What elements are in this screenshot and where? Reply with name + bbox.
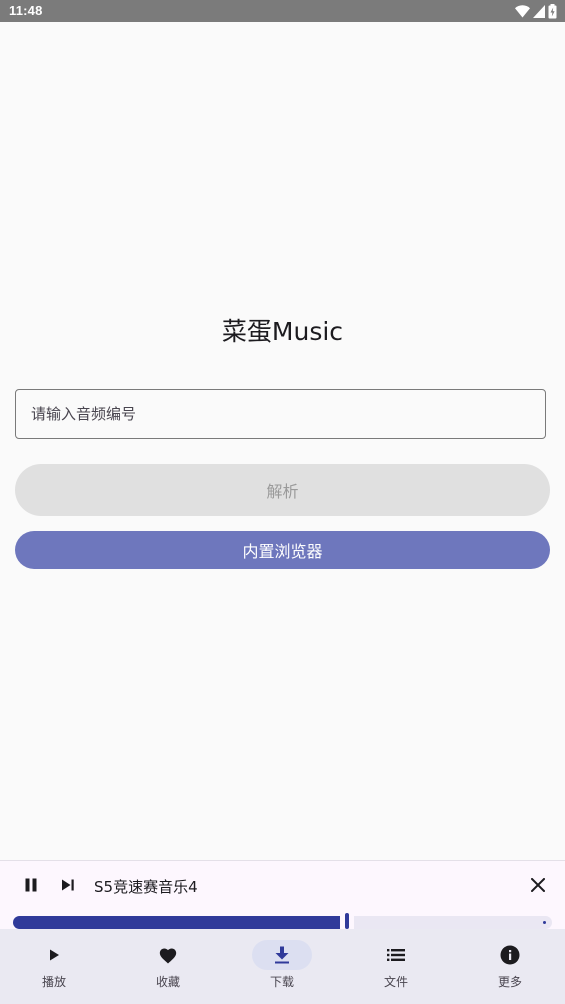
info-icon: [500, 945, 520, 965]
status-time: 11:48: [9, 3, 43, 18]
pause-icon: [24, 877, 38, 896]
browser-button[interactable]: 内置浏览器: [15, 531, 550, 569]
battery-icon: [548, 3, 557, 19]
close-player-button[interactable]: [528, 876, 548, 896]
close-icon: [530, 877, 546, 896]
nav-label: 收藏: [155, 975, 180, 989]
progress-thumb[interactable]: [345, 913, 350, 929]
nav-item-favorites[interactable]: 收藏: [114, 929, 227, 1004]
play-icon: [44, 945, 64, 965]
nav-label: 播放: [41, 975, 66, 989]
download-icon: [272, 945, 292, 965]
list-icon: [386, 945, 406, 965]
nav-item-files[interactable]: 文件: [342, 929, 455, 1004]
nav-item-more[interactable]: 更多: [456, 929, 565, 1004]
nav-item-download[interactable]: 下载: [228, 929, 341, 1004]
progress-slider[interactable]: [0, 913, 565, 929]
nav-label: 更多: [497, 975, 522, 989]
progress-stop-dot: [543, 921, 546, 924]
wifi-icon: [515, 4, 530, 18]
skip-next-button[interactable]: [59, 877, 77, 895]
nav-label: 下载: [269, 975, 294, 989]
song-title: S5竞速赛音乐4: [94, 878, 198, 896]
status-bar: 11:48: [0, 0, 565, 22]
skip-next-icon: [61, 877, 75, 896]
parse-button[interactable]: 解析: [15, 464, 550, 516]
progress-active-track: [13, 916, 341, 929]
pause-button[interactable]: [22, 877, 40, 895]
app-title: 菜蛋Music: [221, 317, 344, 346]
heart-icon: [158, 945, 178, 965]
bottom-navigation: 播放 收藏 下载 文件 更多: [0, 929, 565, 1004]
audio-id-input[interactable]: [15, 389, 546, 439]
nav-item-play[interactable]: 播放: [0, 929, 113, 1004]
signal-icon: [533, 4, 545, 18]
nav-label: 文件: [383, 975, 408, 989]
status-icons: [515, 3, 557, 19]
progress-inactive-track: [354, 916, 552, 929]
